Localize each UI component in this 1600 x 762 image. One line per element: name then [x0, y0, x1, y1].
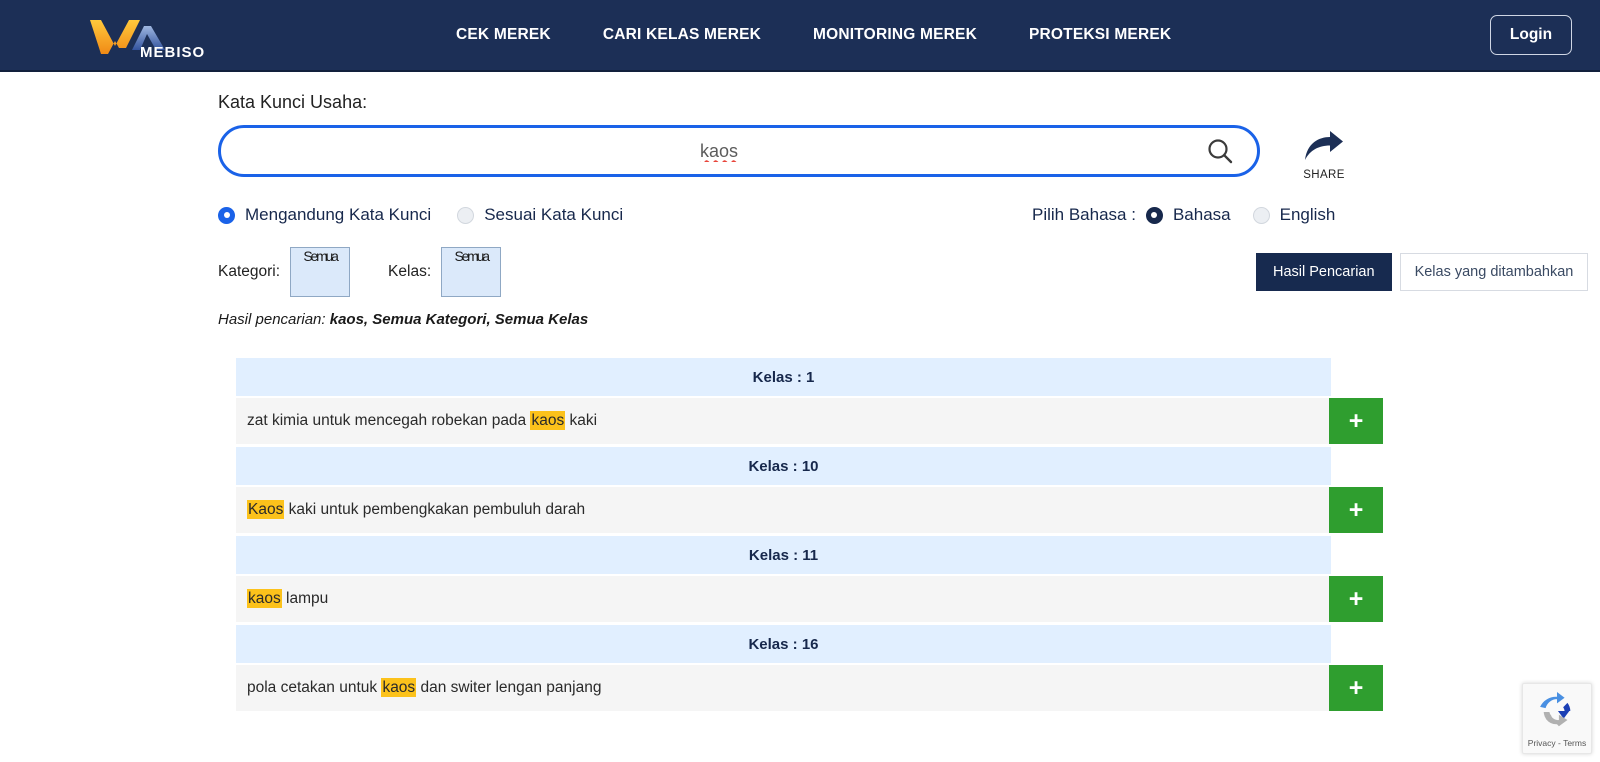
page-content: Kata Kunci Usaha: SHARE Mengandung Kata …: [0, 72, 1600, 711]
add-kelas-button[interactable]: +: [1329, 665, 1383, 711]
mebiso-logo[interactable]: MEBISO: [88, 12, 206, 62]
summary-prefix: Hasil pencarian:: [218, 311, 330, 328]
result-post: kaki: [565, 412, 597, 429]
search-row: SHARE: [218, 125, 1600, 181]
options-row: Mengandung Kata Kunci Sesuai Kata Kunci …: [218, 203, 1600, 227]
result-text: Kaos kaki untuk pembengkakan pembuluh da…: [236, 501, 585, 519]
language-selector: Pilih Bahasa : Bahasa English: [1032, 205, 1335, 225]
radio-english[interactable]: English: [1253, 205, 1336, 225]
filters-row: Kategori: Semua Kelas: Semua Hasil Penca…: [218, 247, 1600, 297]
logo-mark-icon: MEBISO: [88, 12, 206, 62]
login-button[interactable]: Login: [1490, 15, 1572, 55]
share-button[interactable]: SHARE: [1294, 125, 1354, 181]
result-pre: zat kimia untuk mencegah robekan pada: [247, 412, 530, 429]
add-kelas-button[interactable]: +: [1329, 576, 1383, 622]
result-post: dan switer lengan panjang: [416, 679, 601, 696]
table-row: pola cetakan untuk kaos dan switer lenga…: [236, 665, 1331, 711]
search-icon[interactable]: [1205, 136, 1235, 166]
search-input[interactable]: [221, 128, 1257, 174]
result-highlight: kaos: [381, 678, 416, 697]
radio-on-icon[interactable]: [1146, 207, 1163, 224]
radio-label-english: English: [1280, 205, 1336, 225]
nav-item-monitoring-merek[interactable]: MONITORING MEREK: [787, 26, 1003, 44]
search-box[interactable]: [218, 125, 1260, 177]
add-kelas-button[interactable]: +: [1329, 398, 1383, 444]
svg-text:MEBISO: MEBISO: [140, 44, 205, 61]
language-label: Pilih Bahasa :: [1032, 205, 1136, 225]
radio-off-icon[interactable]: [457, 207, 474, 224]
kategori-label: Kategori:: [218, 263, 280, 281]
tab-kelas-yang-ditambahkan[interactable]: Kelas yang ditambahkan: [1400, 253, 1589, 291]
radio-label-bahasa: Bahasa: [1173, 205, 1231, 225]
add-kelas-button[interactable]: +: [1329, 487, 1383, 533]
kelas-select[interactable]: Semua: [441, 247, 501, 297]
result-pre: pola cetakan untuk: [247, 679, 381, 696]
result-text: kaos lampu: [236, 590, 328, 608]
table-row: Kaos kaki untuk pembengkakan pembuluh da…: [236, 487, 1331, 533]
recaptcha-logo-icon: [1538, 692, 1576, 730]
radio-mengandung-kata-kunci[interactable]: Mengandung Kata Kunci: [218, 205, 431, 225]
tab-hasil-pencarian[interactable]: Hasil Pencarian: [1256, 253, 1392, 291]
nav-links: CEK MEREK CARI KELAS MEREK MONITORING ME…: [430, 26, 1197, 44]
kelas-label: Kelas:: [388, 263, 431, 281]
result-highlight: kaos: [530, 411, 565, 430]
summary-value: kaos, Semua Kategori, Semua Kelas: [330, 311, 588, 328]
radio-label-exact: Sesuai Kata Kunci: [484, 205, 623, 225]
kelas-header: Kelas : 1: [236, 358, 1331, 396]
table-row: zat kimia untuk mencegah robekan pada ka…: [236, 398, 1331, 444]
share-arrow-icon: [1303, 129, 1345, 163]
kelas-header: Kelas : 11: [236, 536, 1331, 574]
top-navigation-bar: MEBISO CEK MEREK CARI KELAS MEREK MONITO…: [0, 0, 1600, 72]
result-post: kaki untuk pembengkakan pembuluh darah: [284, 501, 585, 518]
kelas-header: Kelas : 16: [236, 625, 1331, 663]
search-summary: Hasil pencarian: kaos, Semua Kategori, S…: [218, 311, 1600, 328]
kelas-header: Kelas : 10: [236, 447, 1331, 485]
recaptcha-badge[interactable]: Privacy - Terms: [1522, 683, 1592, 754]
radio-on-icon[interactable]: [218, 207, 235, 224]
result-highlight: kaos: [247, 589, 282, 608]
radio-sesuai-kata-kunci[interactable]: Sesuai Kata Kunci: [457, 205, 623, 225]
share-label: SHARE: [1294, 169, 1354, 181]
result-tabs: Hasil Pencarian Kelas yang ditambahkan: [1256, 253, 1588, 291]
result-text: pola cetakan untuk kaos dan switer lenga…: [236, 679, 601, 697]
nav-item-proteksi-merek[interactable]: PROTEKSI MEREK: [1003, 26, 1197, 44]
radio-bahasa[interactable]: Bahasa: [1146, 205, 1231, 225]
table-row: kaos lampu +: [236, 576, 1331, 622]
result-post: lampu: [282, 590, 329, 607]
results-list: Kelas : 1 zat kimia untuk mencegah robek…: [236, 358, 1331, 711]
keyword-label: Kata Kunci Usaha:: [218, 92, 1600, 113]
nav-item-cek-merek[interactable]: CEK MEREK: [430, 26, 577, 44]
recaptcha-text: Privacy - Terms: [1527, 738, 1587, 748]
radio-off-icon[interactable]: [1253, 207, 1270, 224]
radio-label-contains: Mengandung Kata Kunci: [245, 205, 431, 225]
kategori-select[interactable]: Semua: [290, 247, 350, 297]
result-text: zat kimia untuk mencegah robekan pada ka…: [236, 412, 597, 430]
nav-item-cari-kelas-merek[interactable]: CARI KELAS MEREK: [577, 26, 787, 44]
result-highlight: Kaos: [247, 500, 284, 519]
